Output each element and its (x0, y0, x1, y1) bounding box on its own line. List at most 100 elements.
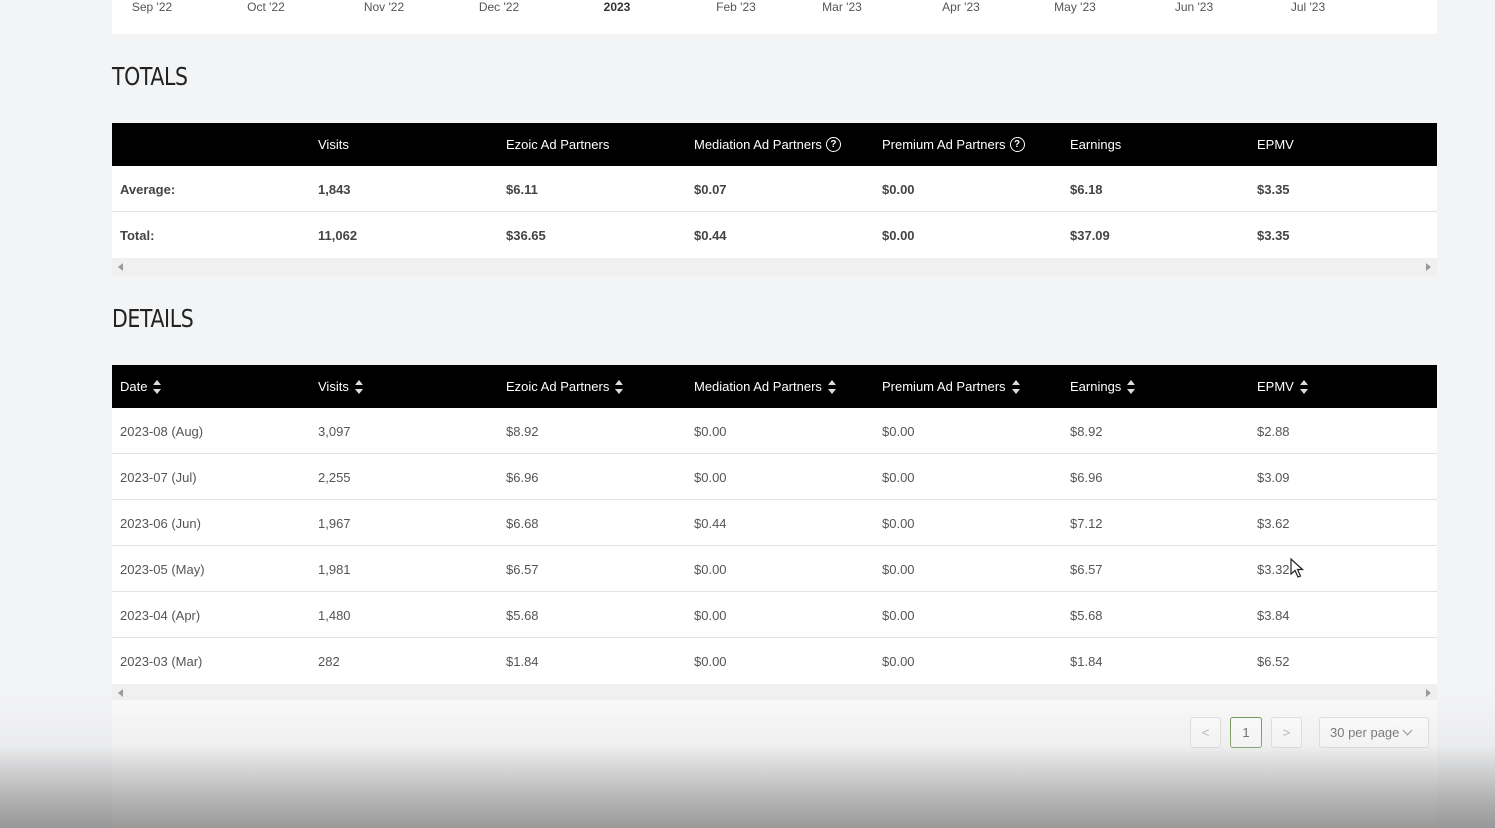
table-row: 2023-06 (Jun) 1,967 $6.68 $0.44 $0.00 $7… (112, 500, 1437, 546)
cell: $0.00 (882, 181, 915, 197)
table-row: Average: 1,843 $6.11 $0.07 $0.00 $6.18 $… (112, 166, 1437, 212)
sort-icon[interactable] (1127, 379, 1136, 395)
cell: $37.09 (1070, 227, 1110, 243)
sort-earnings[interactable]: Earnings (1070, 365, 1136, 408)
cell: $0.44 (694, 227, 727, 243)
axis-label: Jun '23 (1174, 0, 1214, 14)
cell: $5.68 (506, 607, 539, 623)
axis-label: Nov '22 (363, 0, 405, 14)
axis-label: 2023 (603, 0, 631, 14)
sort-icon[interactable] (354, 379, 363, 395)
col-ezoic: Ezoic Ad Partners (506, 137, 610, 152)
sort-epmv[interactable]: EPMV (1257, 365, 1308, 408)
cell: $0.00 (882, 607, 915, 623)
sort-visits[interactable]: Visits (318, 365, 363, 408)
sort-icon[interactable] (1011, 379, 1020, 395)
sort-icon[interactable] (827, 379, 836, 395)
cell: $3.32 (1257, 561, 1290, 577)
cell: $0.00 (694, 561, 727, 577)
scroll-left-icon[interactable] (118, 689, 123, 697)
sort-icon[interactable] (153, 379, 162, 395)
cell: $0.00 (882, 653, 915, 669)
cell: $0.00 (882, 423, 915, 439)
table-row: 2023-03 (Mar) 282 $1.84 $0.00 $0.00 $1.8… (112, 638, 1437, 684)
cell: $8.92 (1070, 423, 1103, 439)
cell: 282 (318, 653, 340, 669)
page-1-button[interactable]: 1 (1230, 717, 1262, 748)
cell: $0.00 (882, 561, 915, 577)
cell: $1.84 (506, 653, 539, 669)
sort-premium[interactable]: Premium Ad Partners (882, 365, 1020, 408)
next-page-button[interactable]: > (1271, 717, 1302, 748)
chart-axis: Sep '22 Oct '22 Nov '22 Dec '22 2023 Feb… (112, 0, 1437, 34)
cell: $0.00 (882, 515, 915, 531)
cell: 1,967 (318, 515, 351, 531)
pagination: < 1 > 30 per page (112, 700, 1437, 828)
scroll-left-icon[interactable] (118, 263, 123, 271)
cell: $3.84 (1257, 607, 1290, 623)
cell: 2023-06 (Jun) (120, 515, 201, 531)
col-epmv: EPMV (1257, 137, 1294, 152)
cell: 1,843 (318, 181, 351, 197)
cell: 11,062 (318, 227, 358, 243)
cell: 2023-05 (May) (120, 561, 205, 577)
cell: $6.57 (506, 561, 539, 577)
cell: $0.00 (694, 469, 727, 485)
chevron-down-icon (1402, 725, 1413, 736)
cell: $6.52 (1257, 653, 1290, 669)
axis-label: Oct '22 (247, 0, 285, 14)
table-row: 2023-07 (Jul) 2,255 $6.96 $0.00 $0.00 $6… (112, 454, 1437, 500)
cell: $0.00 (694, 607, 727, 623)
sort-ezoic[interactable]: Ezoic Ad Partners (506, 365, 624, 408)
cell: 2023-07 (Jul) (120, 469, 197, 485)
totals-table: Visits Ezoic Ad Partners Mediation Ad Pa… (112, 123, 1437, 276)
cell: 2023-03 (Mar) (120, 653, 203, 669)
sort-icon[interactable] (615, 379, 624, 395)
cell: $8.92 (506, 423, 539, 439)
cell: Average: (120, 181, 176, 197)
help-icon[interactable]: ? (825, 137, 841, 152)
details-table: Date Visits Ezoic Ad Partners Mediation … (112, 365, 1437, 702)
axis-label: Dec '22 (478, 0, 520, 14)
per-page-select[interactable]: 30 per page (1319, 717, 1429, 748)
scroll-right-icon[interactable] (1426, 263, 1431, 271)
cell: $2.88 (1257, 423, 1290, 439)
sort-icon[interactable] (1299, 379, 1308, 395)
cell: 3,097 (318, 423, 351, 439)
cell: $6.96 (1070, 469, 1103, 485)
cell: $3.35 (1257, 181, 1290, 197)
cell: 1,480 (318, 607, 351, 623)
cell: $6.68 (506, 515, 539, 531)
cell: $3.35 (1257, 227, 1290, 243)
table-row: 2023-08 (Aug) 3,097 $8.92 $0.00 $0.00 $8… (112, 408, 1437, 454)
col-mediation: Mediation Ad Partners? (694, 123, 841, 166)
totals-header: Visits Ezoic Ad Partners Mediation Ad Pa… (112, 123, 1437, 166)
col-visits: Visits (318, 137, 349, 152)
horizontal-scrollbar[interactable] (112, 258, 1437, 276)
cell: Total: (120, 227, 155, 243)
cell: $3.09 (1257, 469, 1290, 485)
table-row: 2023-05 (May) 1,981 $6.57 $0.00 $0.00 $6… (112, 546, 1437, 592)
axis-label: Mar '23 (822, 0, 862, 14)
axis-label: Apr '23 (942, 0, 980, 14)
scroll-right-icon[interactable] (1426, 689, 1431, 697)
cell: $6.57 (1070, 561, 1103, 577)
page: Sep '22 Oct '22 Nov '22 Dec '22 2023 Feb… (0, 0, 1495, 828)
cell: $6.18 (1070, 181, 1103, 197)
details-title: DETAILS (112, 304, 194, 333)
cell: $0.00 (694, 423, 727, 439)
col-earnings: Earnings (1070, 137, 1122, 152)
table-row: Total: 11,062 $36.65 $0.44 $0.00 $37.09 … (112, 212, 1437, 258)
sort-mediation[interactable]: Mediation Ad Partners (694, 365, 836, 408)
cell: $0.00 (882, 469, 915, 485)
cell: $0.44 (694, 515, 727, 531)
help-icon[interactable]: ? (1009, 137, 1025, 152)
cell: $7.12 (1070, 515, 1103, 531)
details-header: Date Visits Ezoic Ad Partners Mediation … (112, 365, 1437, 408)
cell: $6.11 (506, 181, 538, 197)
prev-page-button[interactable]: < (1190, 717, 1221, 748)
cell: $36.65 (506, 227, 546, 243)
cell: $0.00 (694, 653, 727, 669)
sort-date[interactable]: Date (120, 365, 162, 408)
axis-label: May '23 (1054, 0, 1096, 14)
